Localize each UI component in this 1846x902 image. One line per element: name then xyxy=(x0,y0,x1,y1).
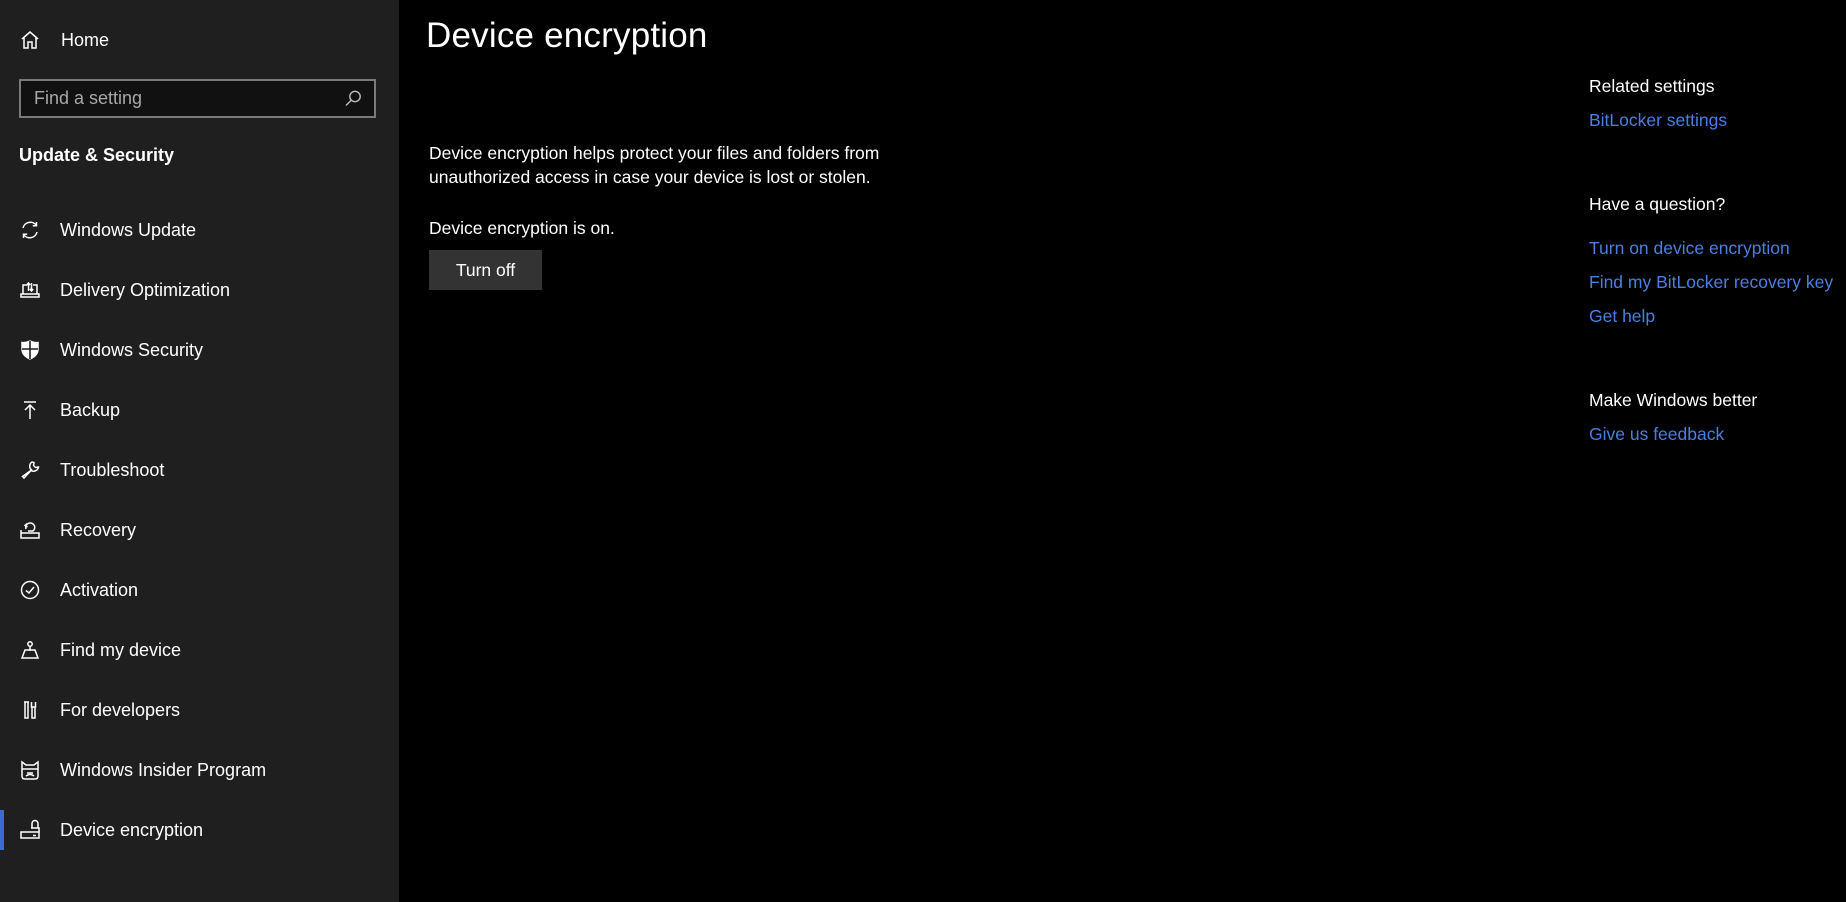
sidebar-item-label: Windows Insider Program xyxy=(60,759,267,780)
sidebar-item-for-developers[interactable]: For developers xyxy=(0,680,399,740)
sidebar-item-label: Windows Security xyxy=(60,339,204,360)
developer-tools-icon xyxy=(19,699,41,721)
sidebar-item-troubleshoot[interactable]: Troubleshoot xyxy=(0,440,399,500)
upload-arrow-icon xyxy=(19,399,41,421)
sidebar-nav: Windows Update Delivery Optimization Win… xyxy=(0,200,399,860)
sidebar-item-label: Backup xyxy=(60,399,121,420)
ninja-cat-icon xyxy=(19,759,41,781)
sync-icon xyxy=(19,219,41,241)
home-nav-item[interactable]: Home xyxy=(19,22,109,58)
checkmark-circle-icon xyxy=(19,579,41,601)
section-title: Update & Security xyxy=(19,145,175,165)
turn-on-device-encryption-link[interactable]: Turn on device encryption xyxy=(1589,238,1790,259)
sidebar: Home Update & Security Windows Update De… xyxy=(0,0,399,902)
find-device-icon xyxy=(19,639,41,661)
sidebar-item-delivery-optimization[interactable]: Delivery Optimization xyxy=(0,260,399,320)
recovery-icon xyxy=(19,519,41,541)
page-title: Device encryption xyxy=(426,16,708,55)
sidebar-item-windows-insider-program[interactable]: Windows Insider Program xyxy=(0,740,399,800)
sidebar-item-find-my-device[interactable]: Find my device xyxy=(0,620,399,680)
sidebar-item-device-encryption[interactable]: Device encryption xyxy=(0,800,399,860)
have-a-question-heading: Have a question? xyxy=(1589,194,1726,214)
make-windows-better-heading: Make Windows better xyxy=(1589,390,1758,410)
delivery-optimization-icon xyxy=(19,279,41,301)
wrench-icon xyxy=(19,459,41,481)
sidebar-item-activation[interactable]: Activation xyxy=(0,560,399,620)
sidebar-item-label: Troubleshoot xyxy=(60,459,165,480)
sidebar-item-backup[interactable]: Backup xyxy=(0,380,399,440)
drive-lock-icon xyxy=(19,819,41,841)
sidebar-item-label: Windows Update xyxy=(60,219,197,240)
sidebar-item-label: Recovery xyxy=(60,519,137,540)
sidebar-item-windows-security[interactable]: Windows Security xyxy=(0,320,399,380)
sidebar-item-windows-update[interactable]: Windows Update xyxy=(0,200,399,260)
find-bitlocker-recovery-key-link[interactable]: Find my BitLocker recovery key xyxy=(1589,272,1833,293)
encryption-status: Device encryption is on. xyxy=(429,218,615,238)
home-icon xyxy=(19,29,41,51)
sidebar-item-label: Activation xyxy=(60,579,139,600)
sidebar-item-label: Device encryption xyxy=(60,819,204,840)
search-icon[interactable] xyxy=(342,88,364,110)
sidebar-item-label: Find my device xyxy=(60,639,182,660)
sidebar-item-label: For developers xyxy=(60,699,181,720)
get-help-link[interactable]: Get help xyxy=(1589,306,1655,327)
turn-off-button[interactable]: Turn off xyxy=(429,250,542,290)
home-label: Home xyxy=(61,29,110,50)
sidebar-item-recovery[interactable]: Recovery xyxy=(0,500,399,560)
shield-icon xyxy=(19,339,41,361)
sidebar-item-label: Delivery Optimization xyxy=(60,279,231,300)
encryption-description: Device encryption helps protect your fil… xyxy=(429,143,880,187)
give-us-feedback-link[interactable]: Give us feedback xyxy=(1589,424,1724,445)
related-settings-heading: Related settings xyxy=(1589,76,1715,96)
bitlocker-settings-link[interactable]: BitLocker settings xyxy=(1589,110,1727,131)
search-input[interactable] xyxy=(21,87,342,110)
search-box[interactable] xyxy=(19,79,376,118)
